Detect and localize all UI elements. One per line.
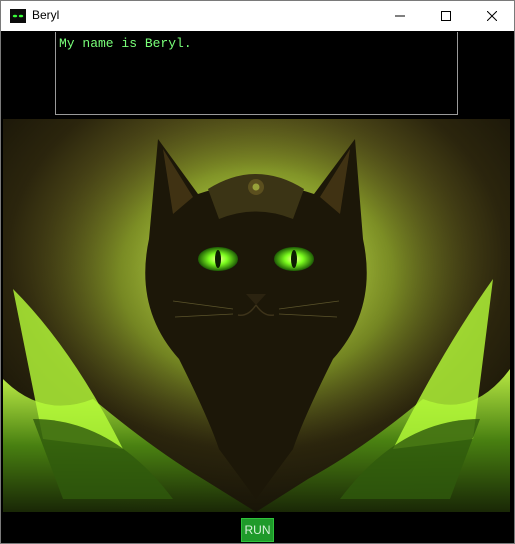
close-button[interactable] bbox=[469, 1, 515, 31]
maximize-icon bbox=[441, 11, 451, 21]
minimize-button[interactable] bbox=[377, 1, 423, 31]
console-output[interactable]: My name is Beryl. bbox=[55, 32, 458, 115]
close-icon bbox=[487, 11, 497, 21]
app-window: Beryl My name is Beryl. RUN bbox=[0, 0, 515, 544]
window-title: Beryl bbox=[32, 8, 60, 22]
title-bar[interactable]: Beryl bbox=[1, 1, 514, 31]
cat-portrait-image bbox=[3, 119, 510, 512]
run-button[interactable]: RUN bbox=[241, 518, 274, 542]
maximize-button[interactable] bbox=[423, 1, 469, 31]
cat-eyes-icon bbox=[10, 9, 26, 23]
console-text: My name is Beryl. bbox=[59, 36, 192, 51]
minimize-icon bbox=[395, 15, 405, 17]
